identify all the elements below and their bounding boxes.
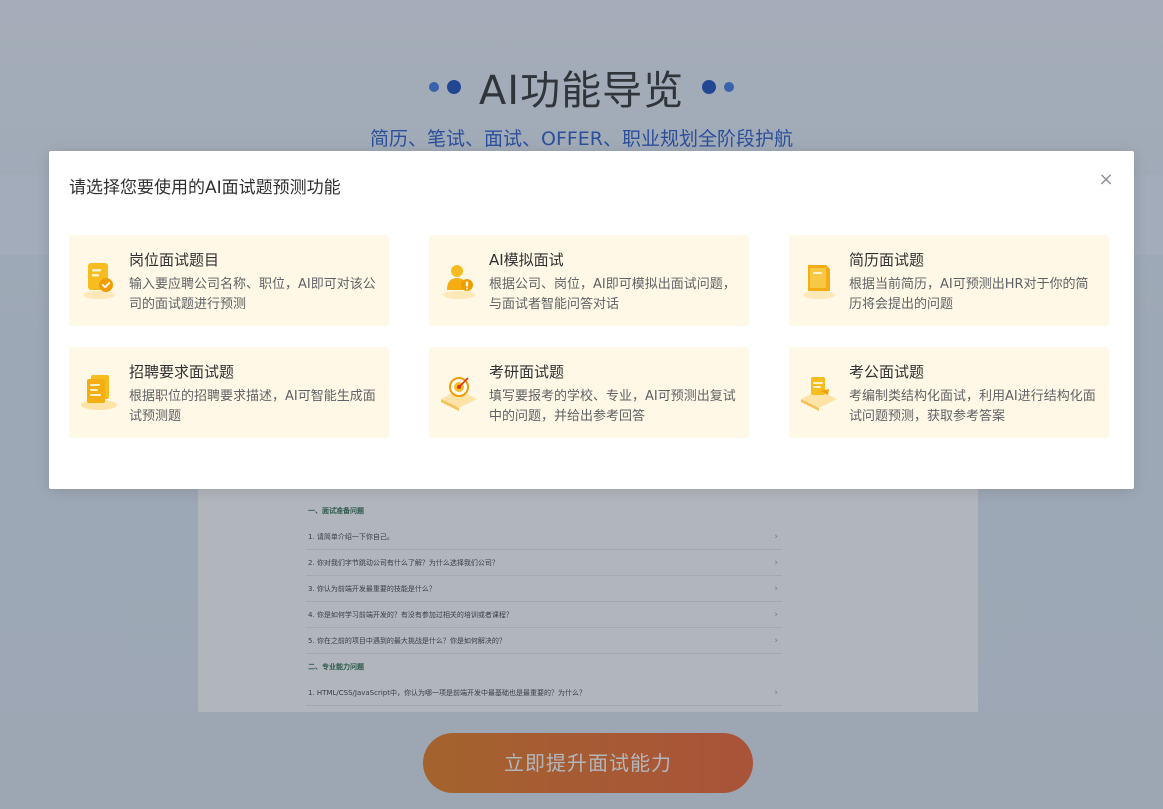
card-title: 岗位面试题目 (129, 251, 220, 269)
card-description: 输入要应聘公司名称、职位，AI即可对该公司的面试题进行预测 (129, 277, 376, 312)
card-title: 考研面试题 (489, 363, 565, 381)
close-icon[interactable]: × (1097, 171, 1115, 189)
card-postgraduate-questions[interactable]: 考研面试题 填写要报考的学校、专业，AI可预测出复试中的问题，并给出参考回答 (429, 347, 749, 438)
card-job-interview-questions[interactable]: 岗位面试题目 输入要应聘公司名称、职位，AI即可对该公司的面试题进行预测 (69, 235, 389, 326)
card-title: 考公面试题 (849, 363, 925, 381)
card-description: 考编制类结构化面试，利用AI进行结构化面试问题预测，获取参考答案 (849, 389, 1096, 424)
card-description: 根据职位的招聘要求描述，AI可智能生成面试预测题 (129, 389, 376, 424)
card-description: 填写要报考的学校、专业，AI可预测出复试中的问题，并给出参考回答 (489, 389, 736, 424)
card-civil-service-questions[interactable]: 考公面试题 考编制类结构化面试，利用AI进行结构化面试问题预测，获取参考答案 (789, 347, 1109, 438)
target-icon (441, 377, 477, 411)
dialog-title: 请选择您要使用的AI面试题预测功能 (69, 178, 341, 198)
resume-folder-icon (803, 265, 835, 299)
document-stack-icon (81, 375, 117, 410)
card-title: 简历面试题 (849, 251, 925, 269)
card-title: AI模拟面试 (489, 251, 564, 269)
civil-exam-icon (801, 377, 837, 411)
feature-card-grid: 岗位面试题目 输入要应聘公司名称、职位，AI即可对该公司的面试题进行预测 AI模… (69, 235, 1110, 438)
clipboard-check-icon (83, 263, 115, 299)
card-title: 招聘要求面试题 (129, 363, 235, 381)
card-ai-mock-interview[interactable]: AI模拟面试 根据公司、岗位，AI即可模拟出面试问题，与面试者智能问答对话 (429, 235, 749, 326)
interviewer-icon (443, 265, 475, 299)
card-resume-questions[interactable]: 简历面试题 根据当前简历，AI可预测出HR对于你的简历将会提出的问题 (789, 235, 1109, 326)
card-job-requirement-questions[interactable]: 招聘要求面试题 根据职位的招聘要求描述，AI可智能生成面试预测题 (69, 347, 389, 438)
card-description: 根据当前简历，AI可预测出HR对于你的简历将会提出的问题 (849, 277, 1089, 312)
card-description: 根据公司、岗位，AI即可模拟出面试问题，与面试者智能问答对话 (489, 277, 736, 312)
ai-feature-select-dialog: 请选择您要使用的AI面试题预测功能 × 岗位面试题目 输入要应聘公司名称、职位，… (49, 151, 1134, 489)
